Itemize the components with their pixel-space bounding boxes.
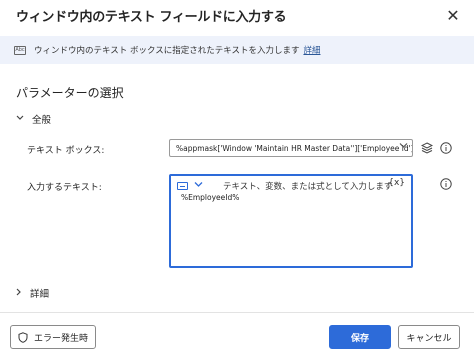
chevron-down-icon[interactable] — [194, 181, 203, 191]
info-icon[interactable] — [439, 177, 453, 191]
general-group-label: 全般 — [32, 115, 52, 126]
close-button[interactable]: ✕ — [442, 4, 464, 26]
on-error-button[interactable]: エラー発生時 — [10, 325, 96, 349]
cancel-button[interactable]: キャンセル — [398, 325, 460, 349]
input-value: %EmployeeId% — [181, 193, 240, 202]
input-mode-toolbar: テキスト、変数、または式として入力します — [177, 180, 392, 192]
dialog-title: ウィンドウ内のテキスト フィールドに入力する — [16, 10, 287, 25]
info-bar: Abc ウィンドウ内のテキスト ボックスに指定されたテキストを入力します 詳細 — [0, 36, 474, 64]
shield-icon — [18, 331, 28, 343]
details-link[interactable]: 詳細 — [303, 44, 320, 56]
info-description: ウィンドウ内のテキスト ボックスに指定されたテキストを入力します — [34, 46, 300, 56]
info-icon[interactable] — [439, 141, 453, 155]
on-error-label: エラー発生時 — [33, 333, 88, 344]
parameters-section-title: パラメーターの選択 — [16, 86, 124, 100]
input-text-label: 入力するテキスト: — [27, 183, 102, 193]
details-group-toggle[interactable]: 詳細 — [16, 286, 49, 300]
close-icon: ✕ — [446, 5, 460, 25]
textbox-dropdown[interactable]: %appmask['Window 'Maintain HR Master Dat… — [169, 139, 413, 157]
save-button[interactable]: 保存 — [329, 325, 391, 349]
dialog-footer: エラー発生時 保存 キャンセル — [0, 312, 474, 360]
dialog: ウィンドウ内のテキスト フィールドに入力する ✕ Abc ウィンドウ内のテキスト… — [0, 0, 474, 360]
text-mode-icon[interactable] — [177, 182, 188, 190]
general-group-toggle[interactable]: 全般 — [16, 112, 51, 126]
details-group-label: 詳細 — [30, 289, 50, 300]
textbox-label: テキスト ボックス: — [27, 146, 105, 156]
layers-icon[interactable] — [420, 141, 434, 155]
chevron-right-icon — [16, 288, 22, 299]
text-field-icon: Abc — [14, 45, 26, 55]
textbox-value: %appmask['Window 'Maintain HR Master Dat… — [176, 144, 413, 153]
input-text-area[interactable]: テキスト、変数、または式として入力します {x} %EmployeeId% — [169, 174, 413, 268]
variable-picker-button[interactable]: {x} — [388, 178, 405, 188]
input-placeholder: テキスト、変数、または式として入力します — [223, 182, 393, 192]
chevron-down-icon — [16, 114, 24, 124]
chevron-down-icon — [399, 142, 408, 152]
